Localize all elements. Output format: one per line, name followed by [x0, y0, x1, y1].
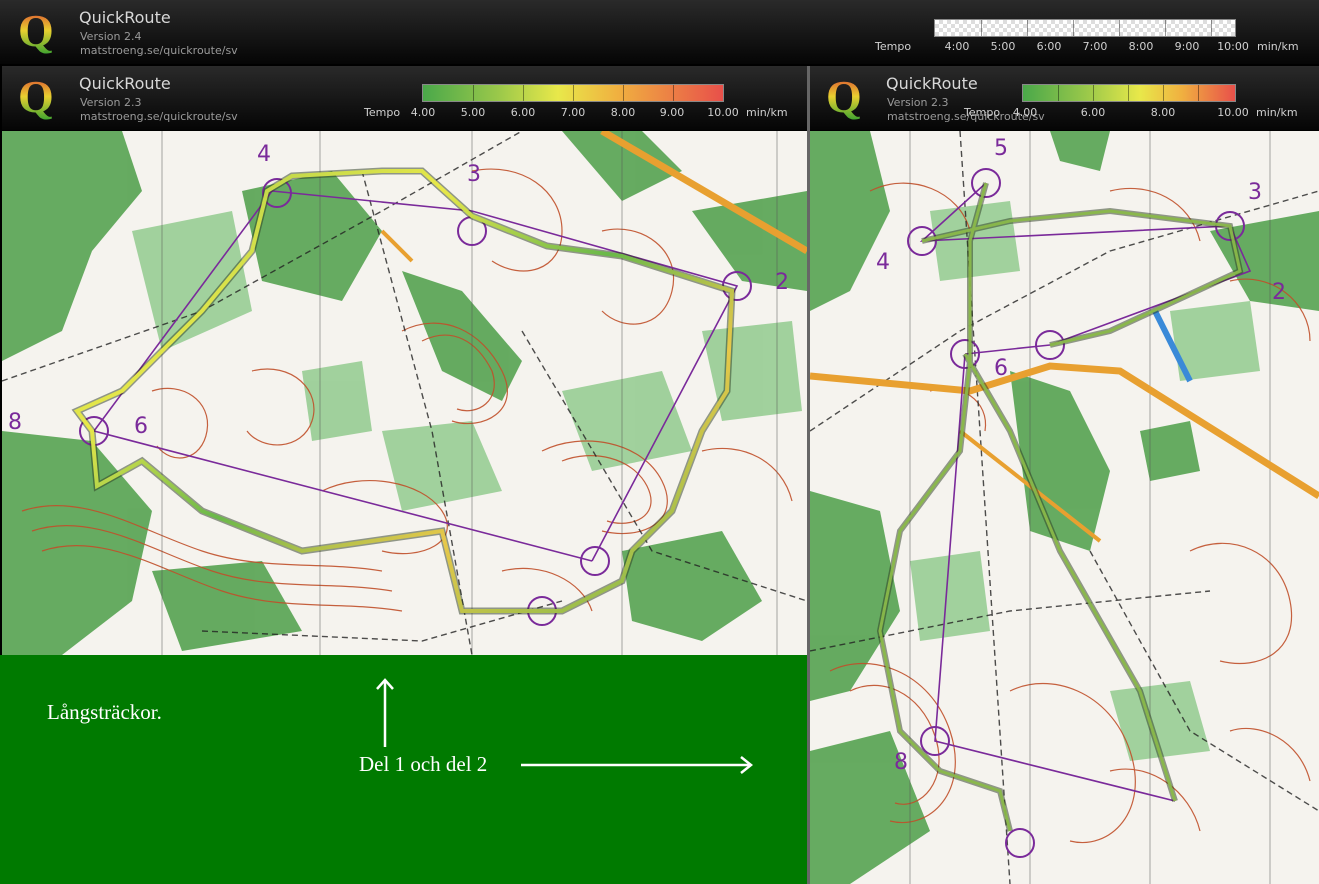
- tempo-tick: 10:00: [1217, 40, 1249, 53]
- arrow-right-icon: [521, 756, 754, 774]
- tempo-tick: 5:00: [990, 40, 1016, 53]
- tempo-tick: 6:00: [1036, 40, 1062, 53]
- vertical-divider: [807, 66, 810, 884]
- quickroute-logo-icon: Q: [826, 72, 862, 122]
- left-map-header: Q QuickRoute Version 2.3 matstroeng.se/q…: [2, 66, 807, 130]
- tempo-tick: 4:00: [944, 40, 970, 53]
- control-number-5: 5: [994, 136, 1008, 161]
- tempo-unit: min/km: [1256, 106, 1298, 119]
- top-quickroute-header: Q QuickRoute Version 2.4 matstroeng.se/q…: [0, 0, 1319, 64]
- app-version: Version 2.3: [887, 96, 949, 109]
- tempo-tick: 4.00: [1012, 106, 1038, 119]
- tempo-tick: 9.00: [659, 106, 685, 119]
- quickroute-logo-icon: Q: [18, 72, 54, 122]
- tempo-tick: 8.00: [1150, 106, 1176, 119]
- left-orienteering-map[interactable]: 4 3 2 6 8: [2, 131, 807, 655]
- tempo-tick: 6.00: [1080, 106, 1106, 119]
- tempo-tick: 6.00: [510, 106, 536, 119]
- control-number-3: 3: [1248, 180, 1262, 205]
- tempo-tick: 7:00: [1082, 40, 1108, 53]
- left-map-graphic: 4 3 2 6 8: [2, 131, 807, 655]
- app-url[interactable]: matstroeng.se/quickroute/sv: [80, 44, 238, 57]
- tempo-scale-bar: [934, 19, 1236, 37]
- tempo-label: Tempo: [875, 40, 912, 53]
- tempo-tick: 7.00: [560, 106, 586, 119]
- app-name: QuickRoute: [79, 8, 171, 27]
- control-number-8: 8: [8, 410, 22, 435]
- tempo-label: Tempo: [964, 106, 1001, 119]
- app-name: QuickRoute: [79, 74, 171, 93]
- tempo-tick: 10.00: [1217, 106, 1249, 119]
- app-version: Version 2.3: [80, 96, 142, 109]
- control-number-4: 4: [257, 142, 271, 167]
- tempo-tick: 4.00: [410, 106, 436, 119]
- right-map-graphic: 5 3 4 2 6 8: [810, 131, 1319, 884]
- tempo-tick: 5.00: [460, 106, 486, 119]
- svg-text:Q: Q: [826, 72, 862, 122]
- control-number-6: 6: [994, 356, 1008, 381]
- right-map-header: Q QuickRoute Version 2.3 matstroeng.se/q…: [810, 66, 1319, 130]
- quickroute-logo-icon: Q: [18, 6, 54, 56]
- caption-panel: Långsträckor. Del 1 och del 2: [0, 655, 808, 884]
- control-number-3: 3: [467, 162, 481, 187]
- tempo-tick: 10.00: [707, 106, 739, 119]
- app-url[interactable]: matstroeng.se/quickroute/sv: [80, 110, 238, 123]
- svg-text:Q: Q: [18, 6, 54, 56]
- tempo-unit: min/km: [1257, 40, 1299, 53]
- caption-title: Långsträckor.: [47, 700, 162, 724]
- app-name: QuickRoute: [886, 74, 978, 93]
- tempo-unit: min/km: [746, 106, 788, 119]
- tempo-scale-bar: [422, 84, 724, 102]
- tempo-tick: 9:00: [1174, 40, 1200, 53]
- caption-parts: Del 1 och del 2: [359, 752, 488, 776]
- tempo-label: Tempo: [364, 106, 401, 119]
- control-number-2: 2: [1272, 280, 1286, 305]
- tempo-tick: 8:00: [1128, 40, 1154, 53]
- svg-text:Q: Q: [18, 72, 54, 122]
- right-orienteering-map[interactable]: 5 3 4 2 6 8: [810, 131, 1319, 884]
- tempo-scale-bar: [1022, 84, 1236, 102]
- tempo-tick: 8.00: [610, 106, 636, 119]
- app-version: Version 2.4: [80, 30, 142, 43]
- arrow-up-icon: [376, 678, 394, 747]
- control-number-4: 4: [876, 250, 890, 275]
- control-number-6: 6: [134, 414, 148, 439]
- control-number-8: 8: [894, 750, 908, 775]
- control-number-2: 2: [775, 270, 789, 295]
